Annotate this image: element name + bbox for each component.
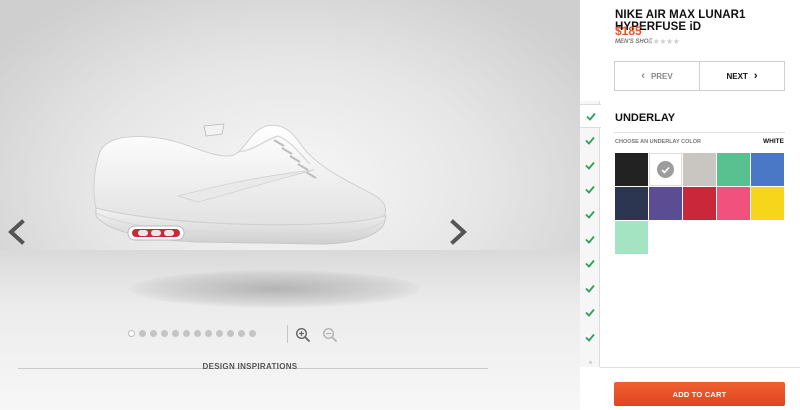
panel-footer-divider: [600, 367, 800, 368]
zoom-out-icon[interactable]: [322, 327, 338, 343]
step-tab-pending[interactable]: [580, 350, 600, 374]
step-tab[interactable]: [580, 202, 600, 226]
shoe-image: [93, 123, 387, 245]
step-tab[interactable]: [580, 178, 600, 202]
step-tab[interactable]: [580, 104, 601, 128]
next-label: NEXT: [726, 71, 748, 81]
product-viewer: DESIGN INSPIRATIONS: [0, 0, 600, 410]
step-navigation: ‹ PREV NEXT ›: [614, 61, 785, 91]
rating-stars[interactable]: ★★★★★: [646, 37, 680, 46]
color-swatch[interactable]: [683, 153, 717, 187]
section-subtitle: CHOOSE AN UNDERLAY COLOR: [615, 139, 701, 145]
prev-label: PREV: [650, 71, 673, 81]
prev-view-arrow[interactable]: [2, 212, 32, 252]
view-dot[interactable]: [128, 330, 135, 337]
color-swatch[interactable]: [649, 153, 683, 187]
color-swatch-grid: [615, 153, 785, 255]
color-swatch[interactable]: [615, 187, 649, 221]
step-tab[interactable]: [580, 227, 600, 251]
view-dot[interactable]: [216, 330, 223, 337]
step-tab[interactable]: [580, 325, 600, 349]
color-swatch[interactable]: [683, 187, 717, 221]
checkmark-icon: [585, 309, 595, 318]
checkmark-icon: [585, 284, 595, 293]
chevron-left-icon: [8, 219, 25, 245]
checkmark-icon: [585, 112, 596, 121]
view-dot[interactable]: [139, 330, 146, 337]
view-dot[interactable]: [161, 330, 168, 337]
section-divider: [614, 132, 785, 133]
color-swatch[interactable]: [615, 221, 649, 255]
view-dot[interactable]: [150, 330, 157, 337]
checkmark-icon: [585, 161, 595, 170]
checkmark-icon: [585, 137, 595, 145]
checkmark-icon: [585, 333, 595, 342]
view-dot[interactable]: [249, 330, 256, 337]
view-dot[interactable]: [183, 330, 190, 337]
color-swatch[interactable]: [649, 187, 683, 221]
step-tab[interactable]: [580, 276, 600, 300]
dots-divider: [287, 325, 288, 343]
prev-button[interactable]: ‹ PREV: [615, 62, 700, 90]
view-dot[interactable]: [172, 330, 179, 337]
checkmark-icon: [585, 235, 595, 244]
product-title: NIKE AIR MAX LUNAR1 HYPERFUSE iD: [615, 9, 746, 33]
color-swatch[interactable]: [717, 187, 751, 221]
customizer-panel: NIKE AIR MAX LUNAR1 HYPERFUSE iD $185 ME…: [580, 0, 800, 410]
color-swatch[interactable]: [615, 153, 649, 187]
design-inspirations-link[interactable]: DESIGN INSPIRATIONS: [0, 362, 500, 371]
selected-color-name: WHITE: [763, 138, 784, 145]
section-title: UNDERLAY: [615, 112, 676, 124]
chevron-right-icon: [450, 219, 467, 245]
zoom-in-icon[interactable]: [295, 327, 311, 343]
chevron-left-icon: ‹: [641, 70, 645, 82]
step-tab[interactable]: [580, 252, 600, 276]
design-inspirations-label: DESIGN INSPIRATIONS: [202, 362, 298, 371]
checkmark-icon: [585, 186, 595, 195]
view-dots: [128, 330, 256, 337]
product-price: $185: [615, 24, 642, 38]
step-tab[interactable]: [580, 129, 600, 153]
color-swatch[interactable]: [751, 187, 785, 221]
step-tabs: [580, 101, 601, 367]
checkmark-icon: [585, 210, 595, 219]
color-swatch[interactable]: [751, 153, 785, 187]
view-dot[interactable]: [205, 330, 212, 337]
pending-dot-icon: [588, 360, 592, 364]
view-dot[interactable]: [238, 330, 245, 337]
selected-check-icon: [657, 161, 674, 178]
add-to-cart-button[interactable]: ADD TO CART: [614, 382, 785, 406]
view-dot[interactable]: [194, 330, 201, 337]
next-button[interactable]: NEXT ›: [700, 62, 784, 90]
step-tab[interactable]: [580, 301, 600, 325]
color-swatch[interactable]: [717, 153, 751, 187]
step-tab[interactable]: [580, 153, 600, 177]
checkmark-icon: [585, 260, 595, 268]
chevron-right-icon: ›: [753, 70, 758, 82]
next-view-arrow[interactable]: [443, 212, 473, 252]
view-dot[interactable]: [227, 330, 234, 337]
